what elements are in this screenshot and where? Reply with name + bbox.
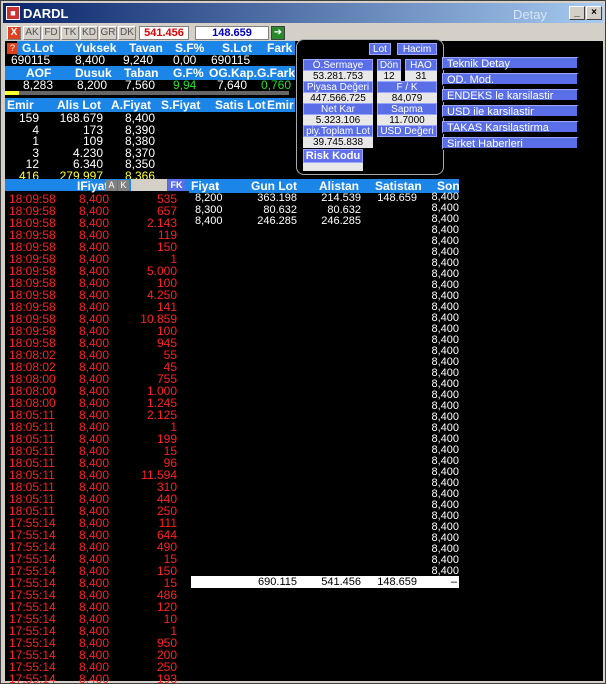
summary-values-2: 8,283 8,200 7,560 9,94 7,640 0,760 bbox=[5, 79, 295, 91]
hdr-sfiyat: S.Fiyat bbox=[161, 98, 201, 112]
trade-lot: 2.125 bbox=[146, 408, 177, 422]
app-window: ■ DARDL Detay _ × X AK FD TK KD GR DK 54… bbox=[0, 0, 606, 684]
val-glot: 690115 bbox=[11, 53, 51, 67]
progress-fill bbox=[5, 91, 20, 95]
depth-alistan: 246.285 bbox=[321, 215, 361, 227]
depth-row[interactable]: 8,400 246.285 246.285 bbox=[191, 215, 421, 227]
val-tavan: 9,240 bbox=[123, 53, 154, 67]
hdr-emir-sell: Emir bbox=[267, 98, 294, 112]
val-ogkap: 7,640 bbox=[217, 78, 248, 92]
hdr-fark: Fark bbox=[267, 41, 293, 55]
val-gf: 9,94 bbox=[173, 78, 197, 92]
trade-lot: 10 bbox=[163, 612, 177, 626]
dk-button[interactable]: DK bbox=[118, 26, 136, 40]
depth-alistan: 80.632 bbox=[327, 203, 361, 216]
sermaye-label: Ö.Sermaye bbox=[303, 59, 373, 71]
lot-button[interactable]: Lot bbox=[369, 43, 391, 55]
k-sort-button[interactable]: K bbox=[118, 180, 129, 191]
trade-lot: 193 bbox=[156, 672, 177, 684]
session-progress-bar bbox=[5, 91, 289, 95]
gr-button[interactable]: GR bbox=[99, 26, 117, 40]
hao-label: HAO bbox=[405, 59, 437, 71]
menu-item-4[interactable]: TAKAS Karsilastirma bbox=[442, 121, 579, 134]
hdr-gun-lot: Gun Lot bbox=[251, 179, 297, 193]
total-satistan: 148.659 bbox=[377, 576, 417, 588]
a-sort-button[interactable]: A bbox=[106, 180, 117, 191]
risk-kodu-value bbox=[303, 163, 363, 171]
fk-button[interactable]: FK bbox=[168, 179, 185, 191]
hdr-satistan: Satistan bbox=[375, 179, 422, 193]
depth-gun-lot: 246.285 bbox=[257, 215, 297, 227]
val-sf: 0,00 bbox=[173, 53, 197, 67]
window-title: DARDL bbox=[23, 6, 69, 21]
usd-value-button[interactable]: USD Değeri bbox=[377, 125, 437, 137]
val-taban: 7,560 bbox=[125, 78, 156, 92]
buy-volume-display: 148.659 bbox=[195, 26, 269, 40]
hdr-emir-buy: Emir bbox=[7, 98, 34, 112]
toplam-label: piy.Toplam Lot bbox=[303, 125, 373, 137]
hdr-alis-lot: Alis Lot bbox=[57, 98, 101, 112]
sell-volume-display: 541.456 bbox=[139, 26, 189, 40]
hdr-afiyat: A.Fiyat bbox=[111, 98, 152, 112]
hdr-satis-lot: Satis Lot bbox=[215, 98, 266, 112]
minimize-icon[interactable]: _ bbox=[569, 6, 585, 20]
total-alistan: 541.456 bbox=[321, 576, 361, 588]
depth-totals-row: 690.115 541.456 148.659 – bbox=[191, 576, 459, 588]
trade-lot: 150 bbox=[156, 240, 177, 254]
menu-item-1[interactable]: OD. Mod. bbox=[442, 73, 579, 86]
summary-values-1: 690115 8,400 9,240 0,00 690115 bbox=[5, 54, 295, 66]
summary-header-1: G.Lot Yuksek Tavan S.F% S.Lot Fark bbox=[17, 41, 295, 55]
depth-satistan: 148.659 bbox=[377, 192, 417, 204]
menu-item-0[interactable]: Teknik Detay bbox=[442, 57, 579, 70]
depth-alistan: 214.539 bbox=[321, 192, 361, 204]
tk-button[interactable]: TK bbox=[61, 26, 79, 40]
depth-row[interactable]: 8,200 363.198 214.539 148.659 bbox=[191, 192, 421, 204]
hacim-button[interactable]: Hacim bbox=[397, 43, 437, 55]
close-icon[interactable]: × bbox=[586, 6, 602, 20]
menu-item-5[interactable]: Sirket Haberleri bbox=[442, 137, 579, 150]
ak-button[interactable]: AK bbox=[23, 26, 41, 40]
don-label: Dön bbox=[377, 59, 401, 71]
window-subtitle: Detay bbox=[513, 7, 547, 22]
val-dusuk: 8,200 bbox=[77, 78, 108, 92]
toplam-value: 39.745.838 bbox=[303, 137, 373, 148]
trade-row[interactable]: 17:55:14 8,400 193 bbox=[9, 673, 179, 684]
risk-kodu-button[interactable]: Risk Kodu bbox=[303, 149, 363, 163]
depth-price: 8,200 bbox=[195, 192, 223, 204]
hdr-trade-fiyat: IFiyat bbox=[77, 179, 109, 193]
depth-gun-lot: 80.632 bbox=[263, 203, 297, 216]
fk-label: F / K bbox=[377, 81, 437, 93]
total-son: – bbox=[450, 576, 457, 588]
detail-content: ? G.Lot Yuksek Tavan S.F% S.Lot Fark 690… bbox=[5, 39, 603, 684]
close-detail-button[interactable]: X bbox=[7, 26, 21, 40]
info-panel: Lot Hacim Ö.Sermaye 53.281.753 Dön 12 HA… bbox=[296, 39, 444, 175]
trade-price: 8,400 bbox=[78, 672, 109, 684]
kd-button[interactable]: KD bbox=[80, 26, 98, 40]
depth-header: Fiyat ↕ Gun Lot Alistan Satistan Son bbox=[189, 179, 460, 193]
depth-gun-lot: 363.198 bbox=[257, 192, 297, 204]
title-bar[interactable]: ■ DARDL Detay _ × bbox=[3, 3, 603, 23]
piyasa-label: Piyasa Değeri bbox=[303, 81, 373, 93]
menu-item-3[interactable]: USD ile karsilastir bbox=[442, 105, 579, 118]
sort-indicator-icon[interactable]: ↕ bbox=[215, 179, 221, 193]
orders-header: Emir Alis Lot A.Fiyat S.Fiyat Satis Lot … bbox=[5, 98, 295, 112]
depth-row[interactable]: 8,300 80.632 80.632 bbox=[191, 204, 421, 216]
trade-time: 17:55:14 bbox=[9, 672, 56, 684]
hdr-alistan: Alistan bbox=[319, 179, 360, 193]
go-arrow-icon[interactable]: ➜ bbox=[271, 26, 285, 40]
depth-price: 8,400 bbox=[195, 215, 223, 227]
sapma-label: Sapma bbox=[377, 103, 437, 115]
netkar-label: Net Kar bbox=[303, 103, 373, 115]
total-gun-lot: 690.115 bbox=[258, 576, 297, 588]
val-gfark: 0,760 bbox=[261, 78, 292, 92]
val-yuksek: 8,400 bbox=[75, 53, 106, 67]
app-icon: ■ bbox=[6, 6, 20, 20]
menu-item-2[interactable]: ENDEKS le karsilastir bbox=[442, 89, 579, 102]
val-aof: 8,283 bbox=[23, 78, 54, 92]
depth-price: 8,300 bbox=[195, 203, 223, 216]
val-slot: 690115 bbox=[211, 53, 251, 67]
trades-header: IFiyat A K FK bbox=[5, 179, 189, 193]
fd-button[interactable]: FD bbox=[42, 26, 60, 40]
trade-filter-input[interactable] bbox=[131, 179, 167, 191]
